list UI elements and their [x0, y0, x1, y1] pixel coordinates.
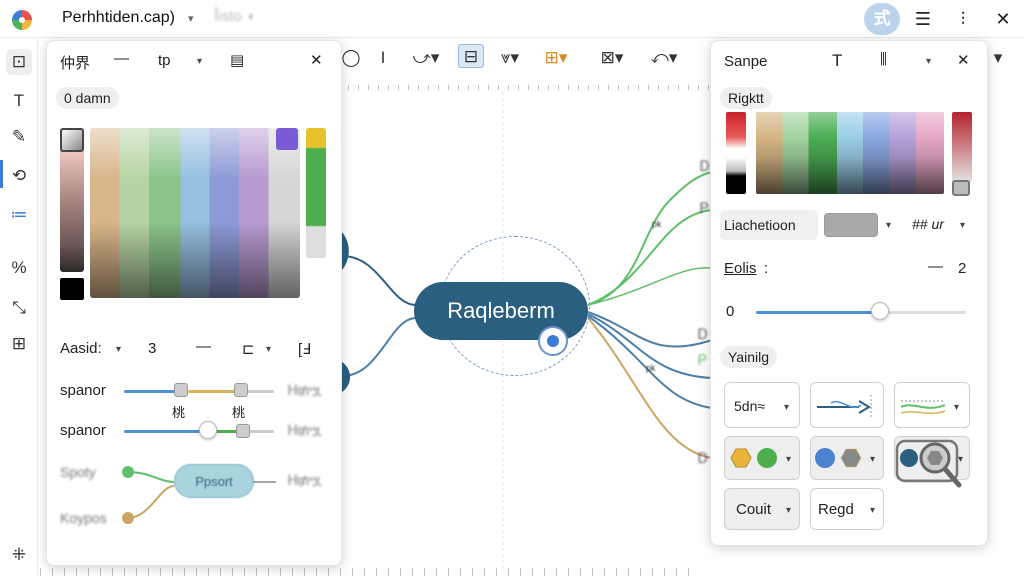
eolis-colon: : [764, 260, 769, 277]
node-handle[interactable] [538, 326, 568, 356]
line-color-swatch[interactable] [824, 213, 878, 237]
branch-label[interactable]: Ꭰ [698, 326, 708, 343]
eolis-value[interactable]: 2 [958, 260, 966, 277]
red-swatch-column[interactable] [726, 112, 746, 194]
count-chevron-down-icon[interactable]: ▾ [786, 505, 791, 516]
regd-chevron-down-icon[interactable]: ▾ [870, 505, 875, 516]
line-pattern-chevron-down-icon[interactable]: ▾ [960, 220, 965, 231]
style-button-label: 5dn≈ [734, 398, 766, 414]
branch-marker-icon: ᵖᵏ [652, 218, 662, 233]
color-panel-title: 仲界 [60, 55, 91, 72]
accent-swatch-column[interactable] [306, 128, 326, 258]
aasid-minus-icon[interactable]: — [196, 338, 211, 355]
line-type-label: Liachetioon [724, 217, 796, 233]
branch-label[interactable]: Ꮲ [700, 200, 709, 217]
spanor-value: Ꮋ₥ሧ [288, 382, 322, 398]
text-format-icon[interactable]: T [832, 51, 842, 71]
spanor-knob[interactable] [199, 421, 217, 439]
opacity-knob[interactable] [871, 302, 889, 320]
line-color-chevron-down-icon[interactable]: ▾ [886, 220, 891, 231]
branch-label[interactable]: Ꭰ [698, 450, 708, 467]
preview-node[interactable]: Ppsort [174, 464, 254, 498]
color-grid-shade [90, 128, 300, 298]
spanor-tick-label: 桃 [232, 405, 246, 420]
handle-dot-icon [547, 335, 559, 347]
spanor-handle-2[interactable] [234, 383, 248, 397]
wave-line-style-icon [900, 400, 946, 415]
palette-name-pill[interactable]: 0 damn [56, 87, 119, 109]
spanor-value: Ꮋ₥ሧ [288, 422, 322, 438]
aasid-value[interactable]: 3 [148, 340, 156, 357]
document-icon[interactable]: ▤ [230, 51, 244, 69]
aasid-label: Aasid: [60, 340, 102, 357]
align-chevron-down-icon[interactable]: ▾ [266, 344, 271, 355]
yainilg-section-label: Yainilg [720, 346, 777, 368]
preview-value: Ꮋ₥ሧ [288, 472, 322, 488]
preview-label: Koypos [60, 510, 107, 526]
style-button-chevron-down-icon[interactable]: ▾ [954, 402, 959, 413]
header-chevron-down-icon[interactable]: ▾ [926, 56, 931, 67]
black-swatch[interactable] [60, 278, 84, 300]
eolis-decrement-icon[interactable]: — [928, 258, 943, 275]
aasid-chevron-down-icon[interactable]: ▾ [116, 344, 121, 355]
style-panel-title: Sanpe [724, 53, 768, 70]
arrow-line-style-icon [817, 395, 872, 417]
spanor-track-left [124, 430, 208, 433]
spanor-track-mid [188, 390, 238, 393]
spanor-label: spanor [60, 422, 106, 439]
close-icon[interactable]: ✕ [310, 51, 323, 69]
branch-label[interactable]: Ꮲ [698, 352, 707, 369]
style-button-2[interactable] [810, 382, 884, 428]
eolis-label: Eolis [724, 260, 757, 277]
spanor-track-left [124, 390, 180, 393]
spanor-tick-label: 桃 [172, 405, 186, 420]
tab-chevron-down-icon[interactable]: ▾ [197, 56, 202, 67]
style-name-pill[interactable]: Rigktt [720, 87, 772, 109]
selected-style-swatch[interactable] [952, 180, 970, 196]
spanor-track-right [248, 430, 274, 433]
preview-label: Spoty [60, 464, 96, 480]
style-color-shade [756, 112, 944, 194]
opacity-label: 0 [726, 303, 735, 320]
align-icon[interactable]: ⊏ [242, 340, 255, 358]
blue-grey-shape-pair-icon [815, 448, 862, 468]
branch-label[interactable]: Ꭰ [700, 158, 710, 175]
minus-icon[interactable]: — [114, 50, 129, 67]
regd-dropdown-label: Regd [818, 501, 854, 518]
style-button-chevron-down-icon[interactable]: ▾ [786, 454, 791, 465]
bracket-icon[interactable]: [Ⅎ [298, 340, 311, 358]
tab-tp[interactable]: tp [158, 52, 171, 69]
accent-red-column[interactable] [952, 112, 972, 182]
style-button-chevron-down-icon[interactable]: ▾ [870, 454, 875, 465]
spanor-handle[interactable] [236, 424, 250, 438]
hex-shape-pair-icon [730, 448, 777, 468]
style-button-chevron-down-icon[interactable]: ▾ [958, 454, 963, 465]
count-dropdown-label: Couit [736, 501, 772, 518]
opacity-track-fill [756, 311, 880, 314]
line-pattern-label[interactable]: ## ur [912, 216, 944, 232]
selected-swatch[interactable] [60, 128, 84, 152]
columns-icon[interactable]: ⫼ [880, 51, 887, 68]
style-button-chevron-down-icon[interactable]: ▾ [784, 402, 789, 413]
branch-marker-icon: ᵖᵏ [646, 362, 656, 377]
style-panel-close-icon[interactable]: ✕ [957, 51, 970, 69]
purple-swatch[interactable] [276, 128, 298, 150]
magnify-shape-pair-icon [895, 439, 962, 488]
spanor-handle-1[interactable] [174, 383, 188, 397]
spanor-track-right [248, 390, 274, 393]
spanor-label: spanor [60, 382, 106, 399]
